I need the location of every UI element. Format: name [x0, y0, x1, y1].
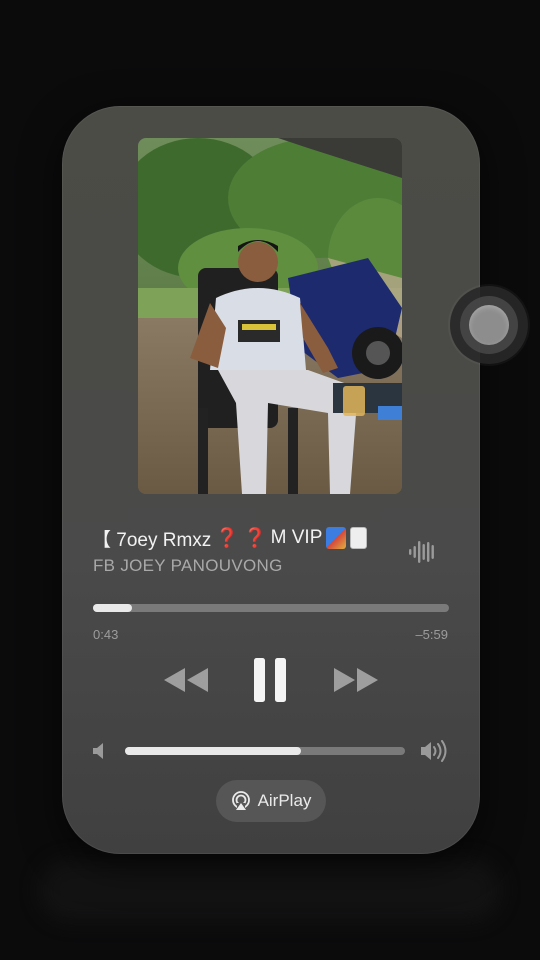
transport-controls — [62, 654, 480, 706]
album-artwork[interactable] — [138, 138, 402, 494]
now-playing-card: 【 7oey Rmxz ❓ ❓ M VIP FB JOEY PANOUVONG … — [62, 106, 480, 854]
pause-button[interactable] — [246, 654, 294, 706]
fast-forward-icon — [334, 668, 378, 692]
artist-name: FB JOEY PANOUVONG — [93, 556, 283, 575]
masks-emoji-icon — [326, 527, 347, 549]
waveform-icon[interactable] — [408, 538, 438, 566]
speaker-high-icon — [420, 740, 448, 762]
elapsed-time: 0:43 — [93, 627, 119, 642]
playback-progress — [93, 604, 133, 612]
track-title-text: 【 7oey Rmxz — [92, 529, 212, 551]
remaining-time: –5:59 — [415, 627, 448, 642]
airplay-icon — [231, 791, 250, 811]
assistive-touch-center — [469, 305, 509, 345]
question-mark-emoji: ❓ — [242, 528, 267, 549]
background-blur — [40, 860, 500, 920]
speaker-low-icon — [92, 742, 108, 760]
artwork-photo — [138, 138, 402, 494]
fast-forward-button[interactable] — [330, 654, 382, 706]
pause-icon — [254, 658, 286, 702]
volume-slider[interactable] — [125, 747, 405, 755]
airplay-button[interactable]: AirPlay — [216, 780, 326, 822]
assistive-touch-button[interactable] — [450, 286, 528, 364]
volume-level — [125, 747, 302, 755]
rewind-icon — [164, 668, 208, 692]
playback-scrubber[interactable] — [93, 604, 449, 612]
track-title: 【 7oey Rmxz ❓ ❓ M VIP — [92, 524, 422, 552]
rewind-button[interactable] — [160, 654, 212, 706]
question-mark-emoji: ❓ — [215, 528, 239, 549]
track-title-suffix: M VIP — [270, 527, 323, 548]
airplay-label: AirPlay — [257, 791, 312, 810]
joker-card-emoji-icon — [350, 527, 368, 549]
